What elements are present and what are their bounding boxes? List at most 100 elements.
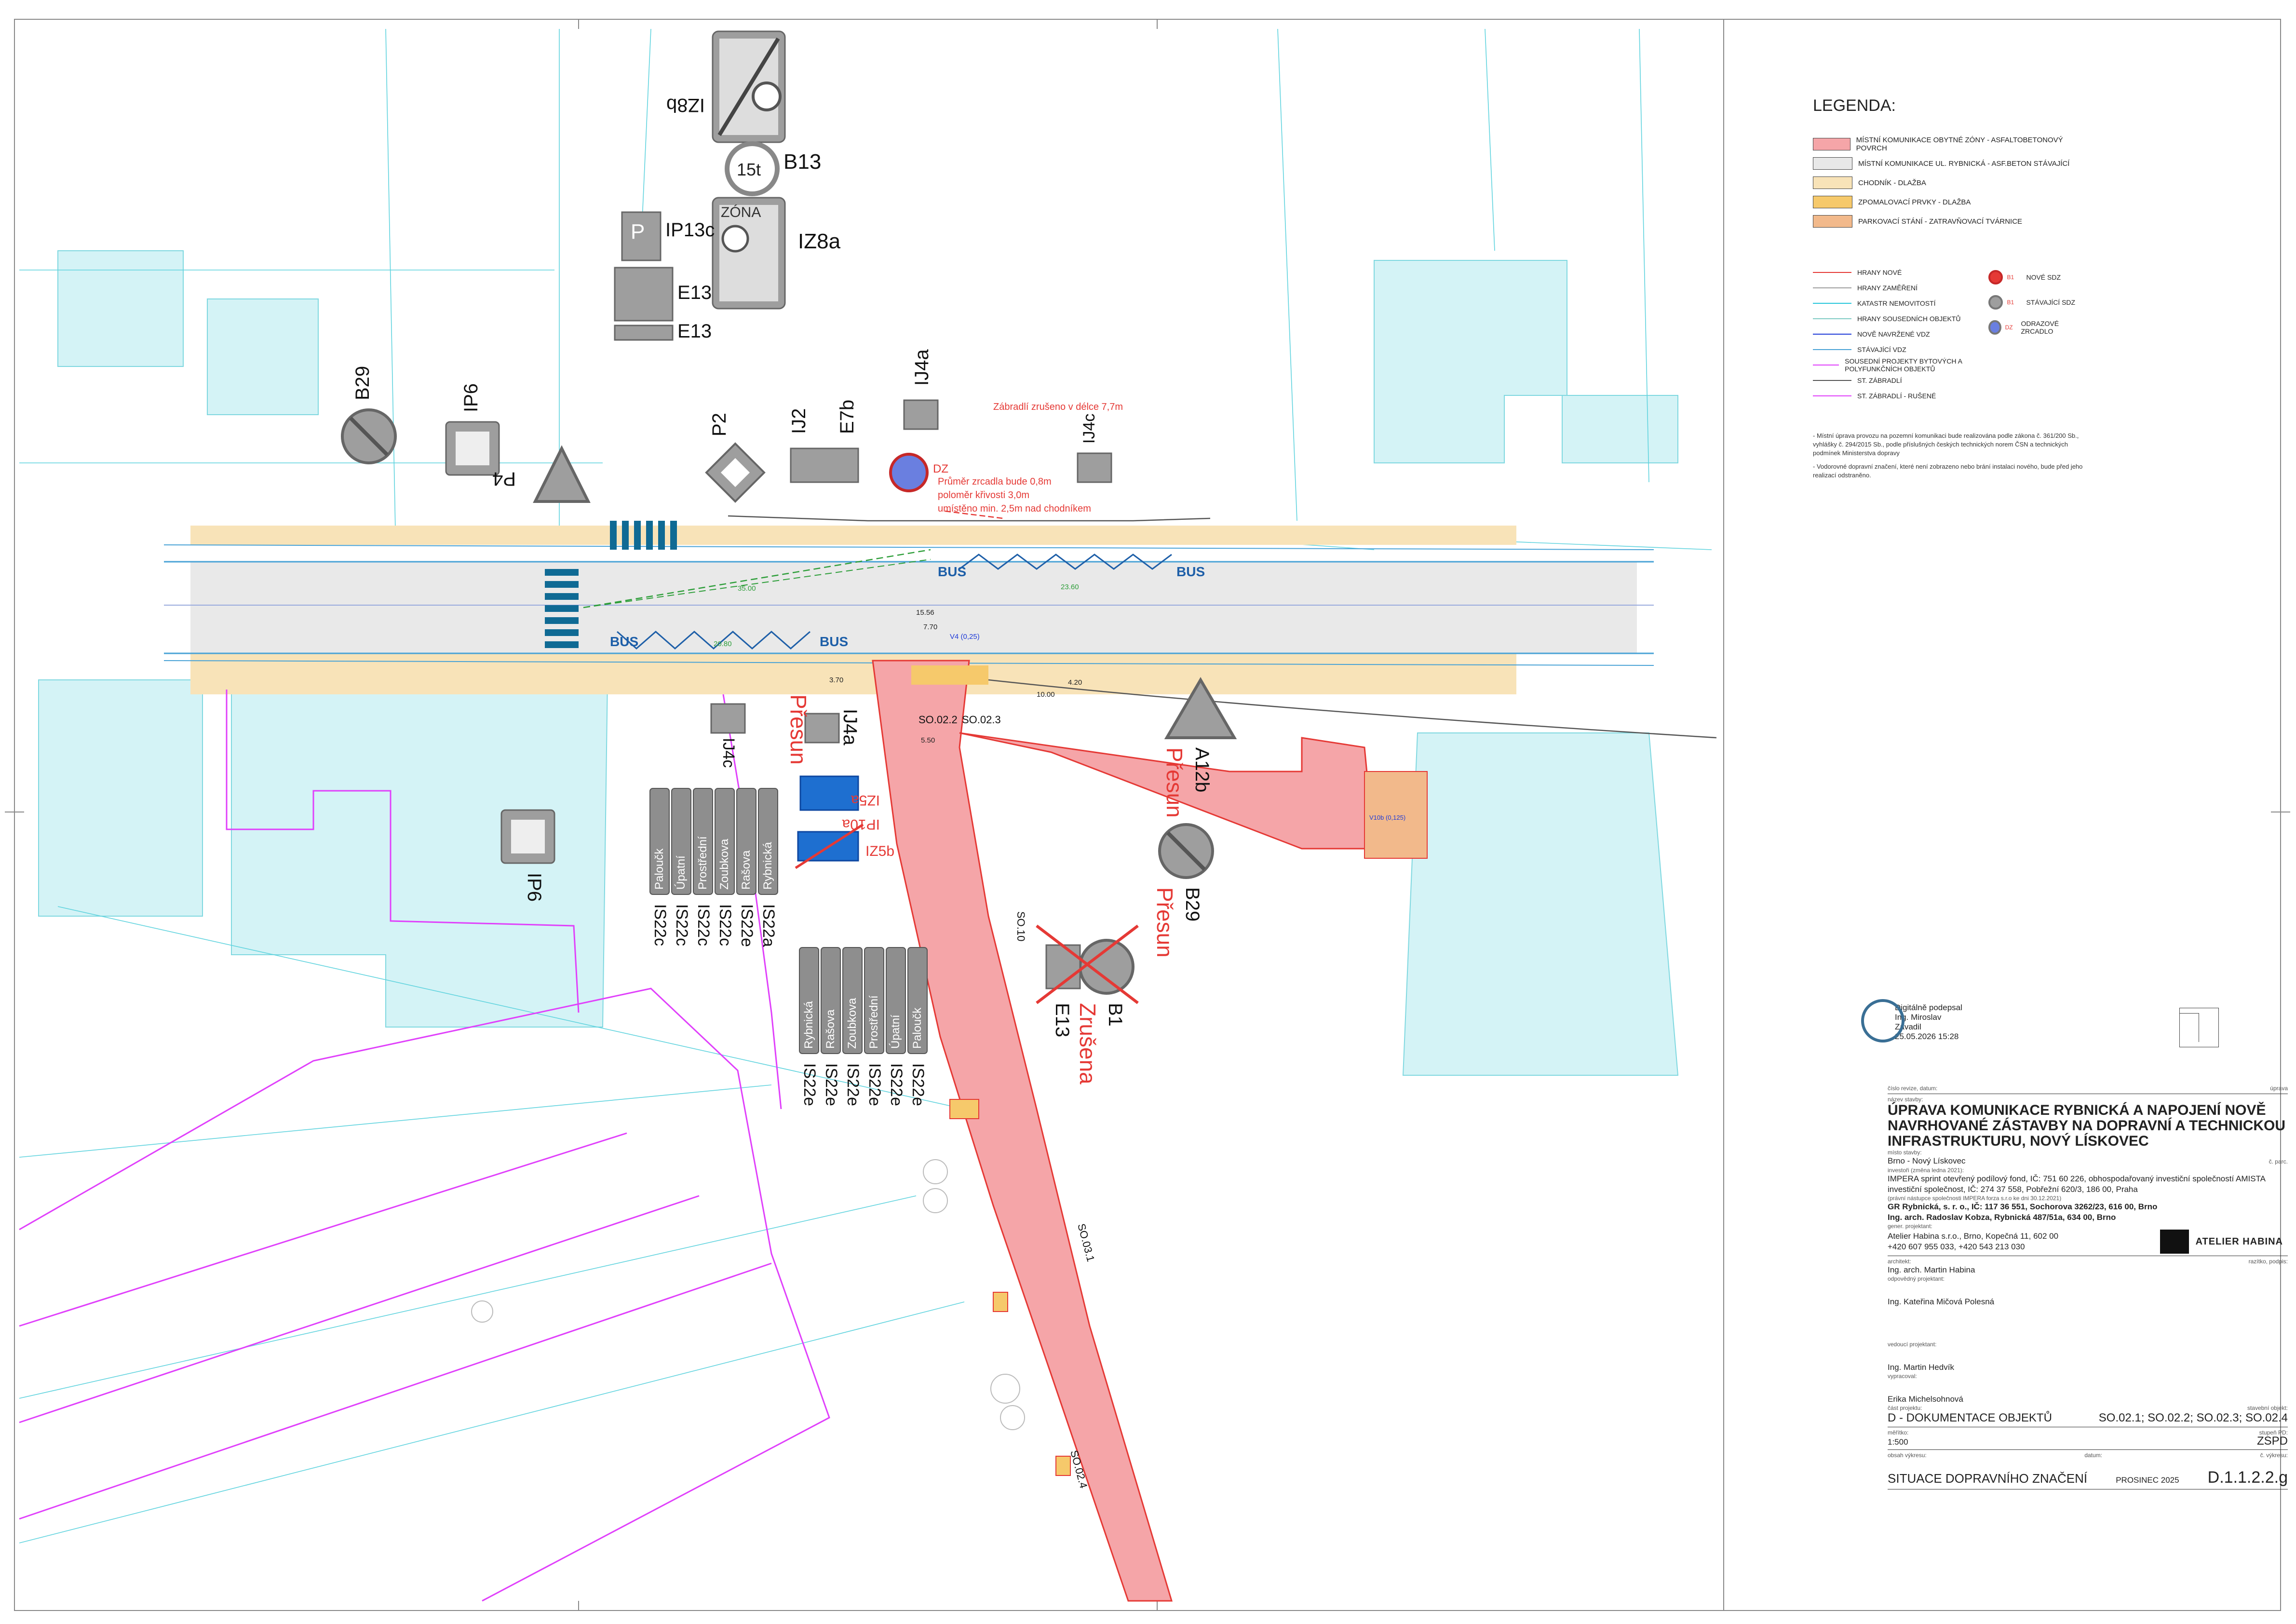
part: D - DOKUMENTACE OBJEKTŮ — [1888, 1411, 2052, 1424]
street-name: Zoubkova — [718, 839, 731, 890]
sign-iz8b: IZ8b — [666, 30, 786, 143]
status-label: Přesun — [786, 694, 811, 765]
legend-lines: HRANY NOVÉ HRANY ZAMĚŘENÍ KATASTR NEMOVITO… — [1813, 265, 1986, 404]
street-name: Zoubkova — [846, 998, 859, 1049]
street-name: Paloučk — [911, 1007, 924, 1049]
legend-label: STÁVAJÍCÍ SDZ — [2026, 298, 2076, 306]
svg-text:15.56: 15.56 — [916, 609, 934, 617]
sign-label: B29 — [1182, 887, 1203, 921]
scale: 1:500 — [1888, 1437, 1908, 1447]
sign-label: DZ — [933, 462, 948, 475]
street-name: Rybnická — [761, 842, 774, 890]
sign-label: IP6 — [460, 383, 482, 412]
sign-label: IS22c — [694, 904, 713, 946]
legend-area-item: MÍSTNÍ KOMUNIKACE OBYTNÉ ZÓNY - ASFALTOB… — [1813, 135, 2083, 154]
sig-line: Zavadil — [1895, 1022, 1921, 1031]
sign-label: IS22c — [673, 904, 691, 946]
legend: LEGENDA: MÍSTNÍ KOMUNIKACE OBYTNÉ ZÓNY -… — [1813, 96, 2083, 404]
legend-line-item: STÁVAJÍCÍ VDZ — [1813, 342, 1986, 357]
resp: Ing. Kateřina Mičová Polesná — [1888, 1297, 1995, 1306]
sign-iz8a: ZÓNA IZ8a — [712, 197, 841, 310]
legend-code: B1 — [2007, 274, 2014, 281]
bus-marking: BUS — [820, 634, 848, 649]
drawing-title: SITUACE DOPRAVNÍHO ZNAČENÍ — [1888, 1471, 2088, 1486]
street-name: Úpatní — [889, 1015, 902, 1049]
sign-b13: 15t B13 — [725, 141, 821, 196]
legend-label: ST. ZÁBRADLÍ — [1857, 377, 1902, 384]
sign-label: E13 — [1052, 1003, 1073, 1037]
architect-label: architekt: — [1888, 1258, 1911, 1265]
prep: Erika Michelsohnová — [1888, 1394, 1963, 1404]
legend-label: NOVÉ SDZ — [2026, 273, 2061, 281]
svg-text:3.70: 3.70 — [829, 676, 843, 684]
legend-label: ZPOMALOVACÍ PRVKY - DLAŽBA — [1858, 198, 1971, 206]
svg-text:5.50: 5.50 — [921, 736, 935, 744]
legend-label: CHODNÍK - DLAŽBA — [1858, 178, 1926, 187]
sign-label: IS22e — [909, 1063, 927, 1106]
sign-text: 15t — [737, 160, 761, 179]
sign-label: IS22c — [716, 904, 734, 946]
atelier-logo-icon — [2160, 1230, 2189, 1254]
place-label: místo stavby: — [1888, 1149, 1922, 1156]
zone-road — [872, 660, 1428, 1602]
sign-label: IJ4c — [719, 738, 738, 768]
mirror-note-3: umístěno min. 2,5m nad chodníkem — [938, 503, 1091, 514]
legend-sign-icon — [1988, 295, 2003, 310]
legend-sign-icon — [1988, 270, 2003, 284]
designer-label: gener. projektant: — [1888, 1223, 1932, 1230]
legend-swatch — [1813, 196, 1852, 208]
legend-label: HRANY NOVÉ — [1857, 269, 1902, 276]
status-label: Přesun — [1162, 747, 1187, 818]
drawing-sheet: 35.00 23.60 20.80 15.56 7.70 10.00 4.20 … — [0, 0, 2296, 1624]
scale-label: měřítko: — [1888, 1429, 1909, 1436]
drawing-date: PROSINEC 2025 — [2116, 1475, 2179, 1485]
legend-symbols: B1 NOVÉ SDZ B1 STÁVAJÍCÍ SDZ DZ ODRAZOVÉ ZRCA… — [1988, 265, 2080, 340]
legend-label: SOUSEDNÍ PROJEKTY BYTOVÝCH A POLYFUNKČNÍ… — [1845, 357, 1962, 373]
legend-code: B1 — [2007, 299, 2014, 306]
legend-code: DZ — [2005, 324, 2013, 331]
investor-note: (právní nástupce společnosti IMPERA forz… — [1888, 1195, 2062, 1202]
sign-label: B29 — [352, 366, 373, 400]
street-name: Rašova — [740, 850, 753, 890]
designer: Atelier Habina s.r.o., Brno, Kopečná 11,… — [1888, 1232, 2059, 1241]
street-name: Prostřední — [867, 995, 880, 1049]
direction-signs-left: Paloučk IS22c Úpatní IS22c Prostřední IS22c Zo… — [649, 788, 778, 947]
sign-ip10a-iz5: IZ5a IP10a IZ5b — [795, 775, 894, 869]
sign-label: P4 — [492, 468, 516, 489]
legend-swatch — [1813, 176, 1852, 189]
digital-signature: Digitálně podepsal Ing. Miroslav Zavadil… — [1861, 999, 1962, 1042]
revision-label: číslo revize, datum: — [1888, 1085, 1938, 1092]
legend-line-item: HRANY NOVÉ — [1813, 265, 1986, 280]
svg-text:10.00: 10.00 — [1037, 690, 1055, 699]
legend-line-item: HRANY SOUSEDNÍCH OBJEKTŮ — [1813, 311, 1986, 326]
sign-p2: P2 — [705, 413, 766, 503]
sign-ip6: IP6 — [445, 383, 500, 476]
svg-text:SO.03.1: SO.03.1 — [1075, 1222, 1097, 1263]
sign-label: E7b — [837, 400, 858, 434]
legend-label: MÍSTNÍ KOMUNIKACE UL. RYBNICKÁ - ASF.BET… — [1858, 159, 2070, 168]
part-label: část projektu: — [1888, 1405, 1922, 1411]
sign-label: IJ4a — [911, 349, 932, 386]
sign-label: IJ4a — [839, 709, 861, 745]
prep-label: vypracoval: — [1888, 1373, 1917, 1380]
sign-label: IJ4c — [1080, 414, 1098, 444]
legend-swatch — [1813, 138, 1850, 150]
street-name: Rašova — [824, 1009, 837, 1049]
legend-line-sample — [1813, 272, 1851, 273]
legend-line-sample — [1813, 318, 1851, 319]
legend-label: MÍSTNÍ KOMUNIKACE OBYTNÉ ZÓNY - ASFALTOB… — [1856, 136, 2063, 152]
legend-notes: - Místní úprava provozu na pozemní komun… — [1813, 432, 2083, 480]
legend-line-item: NOVĚ NAVRŽENÉ VDZ — [1813, 326, 1986, 342]
mirror-note-2: poloměr křivosti 3,0m — [938, 490, 1029, 501]
lead: Ing. Martin Hedvík — [1888, 1363, 1954, 1372]
legend-symbol-item: B1 NOVÉ SDZ — [1988, 265, 2080, 290]
legend-area-item: CHODNÍK - DLAŽBA — [1813, 173, 2083, 192]
street-name: Paloučk — [653, 848, 666, 890]
legend-line-item: HRANY ZAMĚŘENÍ — [1813, 280, 1986, 296]
status-label: Přesun — [1152, 887, 1177, 958]
project-name: ÚPRAVA KOMUNIKACE RYBNICKÁ A NAPOJENÍ NO… — [1888, 1102, 2286, 1149]
stage: ZSPD — [2256, 1435, 2288, 1448]
sig-line: Digitálně podepsal — [1895, 1003, 1962, 1012]
place-right: č. parc. — [2269, 1158, 2288, 1165]
objects: SO.02.1; SO.02.2; SO.02.3; SO.02.4 — [2098, 1411, 2288, 1424]
